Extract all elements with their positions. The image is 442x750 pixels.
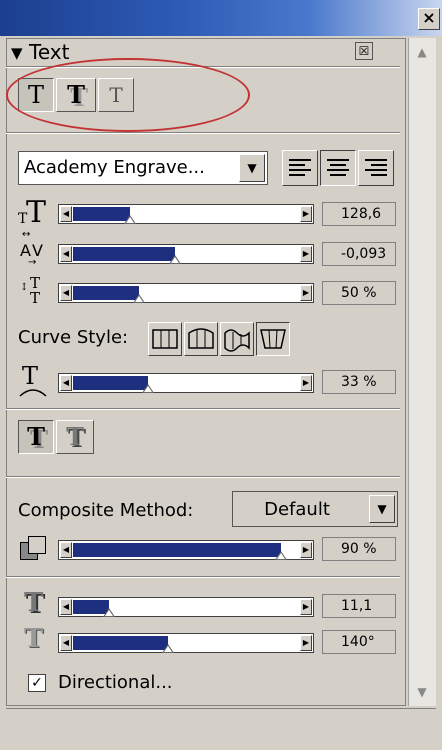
line-spacing-slider[interactable]: ◀ ▶ xyxy=(58,283,314,303)
depth-slider[interactable]: ◀ ▶ xyxy=(58,597,314,617)
window-titlebar xyxy=(0,0,442,36)
curve-style-label: Curve Style: xyxy=(18,327,129,348)
shadow-style-extrude-button[interactable]: T xyxy=(56,420,94,454)
angle-icon: T xyxy=(24,624,44,654)
opacity-value[interactable]: 90 % xyxy=(322,537,396,561)
curve-style-wave-button[interactable] xyxy=(220,322,254,356)
separator xyxy=(6,408,400,410)
directional-checkbox[interactable]: ✓ xyxy=(28,674,46,692)
separator xyxy=(6,576,400,578)
font-family-select[interactable]: Academy Engrave... ▼ xyxy=(18,151,268,185)
curve-style-straight-button[interactable] xyxy=(148,322,182,356)
opacity-icon xyxy=(18,534,52,566)
opacity-slider[interactable]: ◀ ▶ xyxy=(58,540,314,560)
shadow-style-cast-button[interactable]: T xyxy=(18,420,54,454)
composite-method-value: Default xyxy=(264,499,330,520)
font-size-value[interactable]: 128,6 xyxy=(322,202,396,226)
separator xyxy=(6,132,400,134)
composite-method-label: Composite Method: xyxy=(18,500,194,521)
composite-method-select[interactable]: Default ▼ xyxy=(232,491,398,527)
collapse-arrow-icon[interactable]: ▼ xyxy=(11,44,23,62)
font-size-icon: T T xyxy=(18,195,47,230)
tracking-icon: AV ↔ → xyxy=(20,229,43,268)
tracking-value[interactable]: -0,093 xyxy=(322,242,396,266)
separator xyxy=(6,476,400,478)
panel-close-icon[interactable]: ☒ xyxy=(355,42,373,60)
tracking-slider[interactable]: ◀ ▶ xyxy=(58,244,314,264)
line-spacing-value[interactable]: 50 % xyxy=(322,281,396,305)
font-size-slider[interactable]: ◀ ▶ xyxy=(58,204,314,224)
depth-value[interactable]: 11,1 xyxy=(322,594,396,618)
curve-amount-slider[interactable]: ◀ ▶ xyxy=(58,373,314,393)
angle-slider[interactable]: ◀ ▶ xyxy=(58,633,314,653)
curve-amount-value[interactable]: 33 % xyxy=(322,370,396,394)
align-left-button[interactable] xyxy=(282,150,318,186)
align-right-button[interactable] xyxy=(358,150,394,186)
panel-header: ▼ Text ☒ xyxy=(7,39,405,65)
depth-icon: T xyxy=(24,588,44,618)
scroll-up-icon[interactable]: ▲ xyxy=(411,42,433,62)
align-center-button[interactable] xyxy=(320,150,356,186)
highlight-oval xyxy=(6,58,250,132)
window-close-button[interactable]: × xyxy=(418,8,440,30)
curve-amount-icon: T xyxy=(18,362,52,398)
font-family-value: Academy Engrave... xyxy=(24,157,205,178)
angle-value[interactable]: 140° xyxy=(322,630,396,654)
curve-style-arch-button[interactable] xyxy=(184,322,218,356)
chevron-down-icon[interactable]: ▼ xyxy=(239,154,265,182)
curve-style-flag-button[interactable] xyxy=(256,322,290,356)
panel-title: Text xyxy=(29,40,70,64)
line-spacing-icon: ↕ T T xyxy=(20,274,41,307)
directional-label: Directional... xyxy=(58,672,173,693)
vertical-scrollbar[interactable]: ▲ ▼ xyxy=(408,38,436,706)
bottom-edge xyxy=(6,708,436,719)
chevron-down-icon[interactable]: ▼ xyxy=(369,495,395,523)
scroll-down-icon[interactable]: ▼ xyxy=(411,682,433,702)
